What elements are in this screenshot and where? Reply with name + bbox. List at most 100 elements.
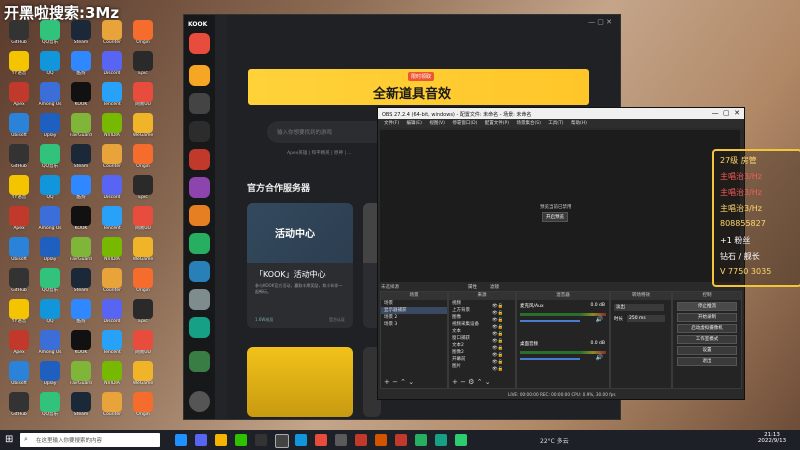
desktop-icon[interactable]: QQ音乐 xyxy=(33,20,67,46)
user-avatar[interactable] xyxy=(189,391,210,412)
desktop-icon[interactable]: GitHub xyxy=(2,268,36,294)
rail-item-5[interactable] xyxy=(189,149,210,170)
virtual-camera-button[interactable]: 启动虚拟摄像机 xyxy=(677,324,737,333)
source-item[interactable]: 图片👁🔒 xyxy=(449,363,515,372)
weather-widget[interactable]: 22°C 多云 xyxy=(540,436,569,445)
properties-button[interactable]: 属性 xyxy=(468,284,477,290)
scene-item[interactable]: 场景 3 xyxy=(381,321,447,328)
source-item[interactable]: 图像👁🔒 xyxy=(449,314,515,323)
menu-profile[interactable]: 配置文件(P) xyxy=(485,121,509,126)
app-icon-15[interactable] xyxy=(455,434,467,446)
desktop-icon[interactable]: QQ音乐 xyxy=(33,144,67,170)
desktop-icon[interactable]: Origin xyxy=(126,392,160,418)
rail-item-8[interactable] xyxy=(189,233,210,254)
desktop-icon[interactable]: Steam xyxy=(64,392,98,418)
hot-tags[interactable]: Apex英雄 | 和平精英 | 原神 | ... xyxy=(287,150,352,156)
app-icon-13[interactable] xyxy=(415,434,427,446)
studio-mode-button[interactable]: 工作室模式 xyxy=(677,335,737,344)
menu-file[interactable]: 文件(F) xyxy=(384,121,399,126)
desktop-icon[interactable]: KOOK xyxy=(64,330,98,356)
source-item[interactable]: 文本2👁🔒 xyxy=(449,342,515,351)
desktop-icon[interactable]: Epic xyxy=(126,175,160,201)
start-recording-button[interactable]: 开始录制 xyxy=(677,313,737,322)
netease-icon[interactable] xyxy=(315,434,327,446)
promo-banner[interactable]: 限时领取 全新道具音效 xyxy=(248,69,589,105)
desktop-icon[interactable]: Apex xyxy=(2,82,36,108)
obs-taskbar-icon[interactable] xyxy=(275,434,289,448)
desktop-icon[interactable]: 酷狗 xyxy=(64,175,98,201)
desktop-icon[interactable]: Ubisoft xyxy=(2,361,36,387)
desktop-icon[interactable]: Counter xyxy=(95,268,129,294)
desktop-icon[interactable]: NVIDIA xyxy=(95,237,129,263)
duration-input[interactable]: 250 ms xyxy=(627,315,665,322)
desktop-icon[interactable]: WeGame xyxy=(126,361,160,387)
desktop-icon[interactable]: FairGuard xyxy=(64,113,98,139)
desktop-icon[interactable]: QQ xyxy=(33,51,67,77)
desktop-icon[interactable]: Discord xyxy=(95,175,129,201)
scene-item-selected[interactable]: 显示器捕获 xyxy=(381,307,447,314)
server-card-kook[interactable]: 活动中心 「KOOK」活动中心 参与KOOK官方活动，赢取丰厚奖励，和小伙伴一起… xyxy=(247,203,353,328)
menu-help[interactable]: 帮助(H) xyxy=(571,121,587,126)
desktop-icon[interactable]: YY语音 xyxy=(2,175,36,201)
windows-start-icon[interactable]: ⊞ xyxy=(5,434,13,445)
desktop-icon[interactable]: NVIDIA xyxy=(95,113,129,139)
desktop-icon[interactable]: 酷狗 xyxy=(64,51,98,77)
desktop-icon[interactable]: 网易UU xyxy=(126,82,160,108)
clock[interactable]: 21:13 2022/9/13 xyxy=(755,432,789,444)
menu-tools[interactable]: 工具(T) xyxy=(548,121,563,126)
rail-item-2[interactable] xyxy=(189,65,210,86)
desktop-icon[interactable]: GitHub xyxy=(2,144,36,170)
source-item[interactable]: 窗口捕获👁🔒 xyxy=(449,335,515,344)
desktop-icon[interactable]: Origin xyxy=(126,268,160,294)
kook-taskbar-icon[interactable] xyxy=(255,434,267,446)
desktop-icon[interactable]: NVIDIA xyxy=(95,361,129,387)
rail-item-1[interactable] xyxy=(189,33,210,54)
desktop-icon[interactable]: WeGame xyxy=(126,237,160,263)
obs-preview-area[interactable]: 预览当前已禁用 开启预览 xyxy=(380,130,740,282)
rail-item-3[interactable] xyxy=(189,93,210,114)
desktop-icon[interactable]: Discord xyxy=(95,299,129,325)
desktop-icon[interactable]: YY语音 xyxy=(2,51,36,77)
obs-window-controls[interactable]: — ▢ ✕ xyxy=(712,109,740,117)
desktop-icon[interactable]: Apex xyxy=(2,206,36,232)
desktop-icon[interactable]: Tencent xyxy=(95,82,129,108)
desktop-icon[interactable]: Among Us xyxy=(33,330,67,356)
edge-icon[interactable] xyxy=(175,434,187,446)
source-item[interactable]: 视频采集设备👁🔒 xyxy=(449,321,515,330)
wechat-icon[interactable] xyxy=(235,434,247,446)
rail-item-10[interactable] xyxy=(189,289,210,310)
rail-item-7[interactable] xyxy=(189,205,210,226)
desktop-icon[interactable]: Counter xyxy=(95,144,129,170)
scene-toolbar[interactable]: + − ⌃ ⌄ xyxy=(384,378,414,386)
desktop-icon[interactable]: QQ xyxy=(33,299,67,325)
speaker-icon[interactable]: 🔊 xyxy=(596,354,603,361)
desktop-icon[interactable]: KOOK xyxy=(64,206,98,232)
source-item[interactable]: 开幕前👁🔒 xyxy=(449,356,515,365)
source-item[interactable]: 图像2👁🔒 xyxy=(449,349,515,358)
volume-slider[interactable] xyxy=(520,358,580,360)
desktop-icon[interactable]: 酷狗 xyxy=(64,299,98,325)
rail-item-6[interactable] xyxy=(189,177,210,198)
scene-item[interactable]: 场景 xyxy=(381,300,447,307)
desktop-icon[interactable]: WeGame xyxy=(126,113,160,139)
desktop-icon[interactable]: 网易UU xyxy=(126,206,160,232)
apex-icon[interactable] xyxy=(355,434,367,446)
menu-docks[interactable]: 停靠窗口(D) xyxy=(452,121,477,126)
source-item[interactable]: 文本👁🔒 xyxy=(449,328,515,337)
menu-edit[interactable]: 编辑(E) xyxy=(407,121,422,126)
desktop-icon[interactable]: FairGuard xyxy=(64,237,98,263)
menu-view[interactable]: 视图(V) xyxy=(429,121,445,126)
speaker-icon[interactable]: 🔊 xyxy=(596,316,603,323)
desktop-icon[interactable]: Discord xyxy=(95,51,129,77)
desktop-icon[interactable]: Among Us xyxy=(33,206,67,232)
filters-button[interactable]: 滤镜 xyxy=(490,284,499,290)
desktop-icon[interactable]: Uplay xyxy=(33,113,67,139)
desktop-icon[interactable]: 网易UU xyxy=(126,330,160,356)
desktop-icon[interactable]: Origin xyxy=(126,20,160,46)
desktop-icon[interactable]: Counter xyxy=(95,392,129,418)
desktop-icon[interactable]: QQ音乐 xyxy=(33,268,67,294)
desktop-icon[interactable]: Among Us xyxy=(33,82,67,108)
desktop-icon[interactable]: Steam xyxy=(64,144,98,170)
explorer-icon[interactable] xyxy=(215,434,227,446)
volume-slider[interactable] xyxy=(520,320,580,322)
